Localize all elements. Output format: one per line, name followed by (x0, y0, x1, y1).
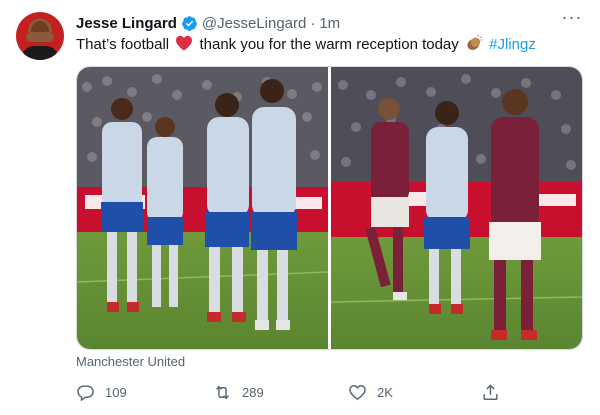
photo-match-moment[interactable] (331, 67, 582, 349)
media-source-label[interactable]: Manchester United (76, 354, 185, 369)
tweet-actions: 109 289 2K (76, 380, 586, 404)
dot-separator: · (310, 14, 316, 32)
hashtag-link[interactable]: #Jlingz (489, 36, 536, 53)
retweet-icon (216, 384, 229, 400)
verified-badge-icon (181, 15, 197, 31)
clapping-hands-emoji (467, 34, 483, 50)
like-count: 2K (377, 384, 393, 400)
reply-count: 109 (105, 384, 127, 400)
photo-celebration-image (77, 67, 328, 349)
avatar-shirt (22, 46, 58, 60)
retweet-button[interactable]: 289 (213, 380, 264, 404)
tweet-header: Jesse Lingard @JesseLingard · 1m (76, 13, 340, 33)
retweet-count: 289 (242, 384, 264, 400)
handle[interactable]: @JesseLingard (202, 15, 306, 32)
share-button[interactable] (481, 380, 510, 404)
red-heart-emoji (176, 35, 193, 51)
reply-icon (77, 384, 94, 401)
tweet-card[interactable]: Jesse Lingard @JesseLingard · 1m ··· Tha… (0, 0, 600, 415)
photo-match-moment-image (331, 67, 582, 349)
share-icon (483, 383, 498, 400)
heart-icon (349, 384, 366, 400)
reply-button[interactable]: 109 (76, 380, 127, 404)
display-name[interactable]: Jesse Lingard (76, 15, 177, 32)
tweet-text-part1: That’s football (76, 36, 170, 53)
media-grid (76, 66, 583, 350)
tweet-text-part2: thank you for the warm reception today (199, 36, 459, 53)
avatar[interactable] (16, 12, 64, 60)
like-button[interactable]: 2K (348, 380, 393, 404)
more-options-button[interactable]: ··· (560, 8, 584, 30)
avatar-hands (26, 32, 54, 42)
photo-celebration[interactable] (77, 67, 328, 349)
tweet-text: That’s football thank you for the warm r… (76, 34, 586, 56)
timestamp[interactable]: 1m (319, 15, 340, 32)
